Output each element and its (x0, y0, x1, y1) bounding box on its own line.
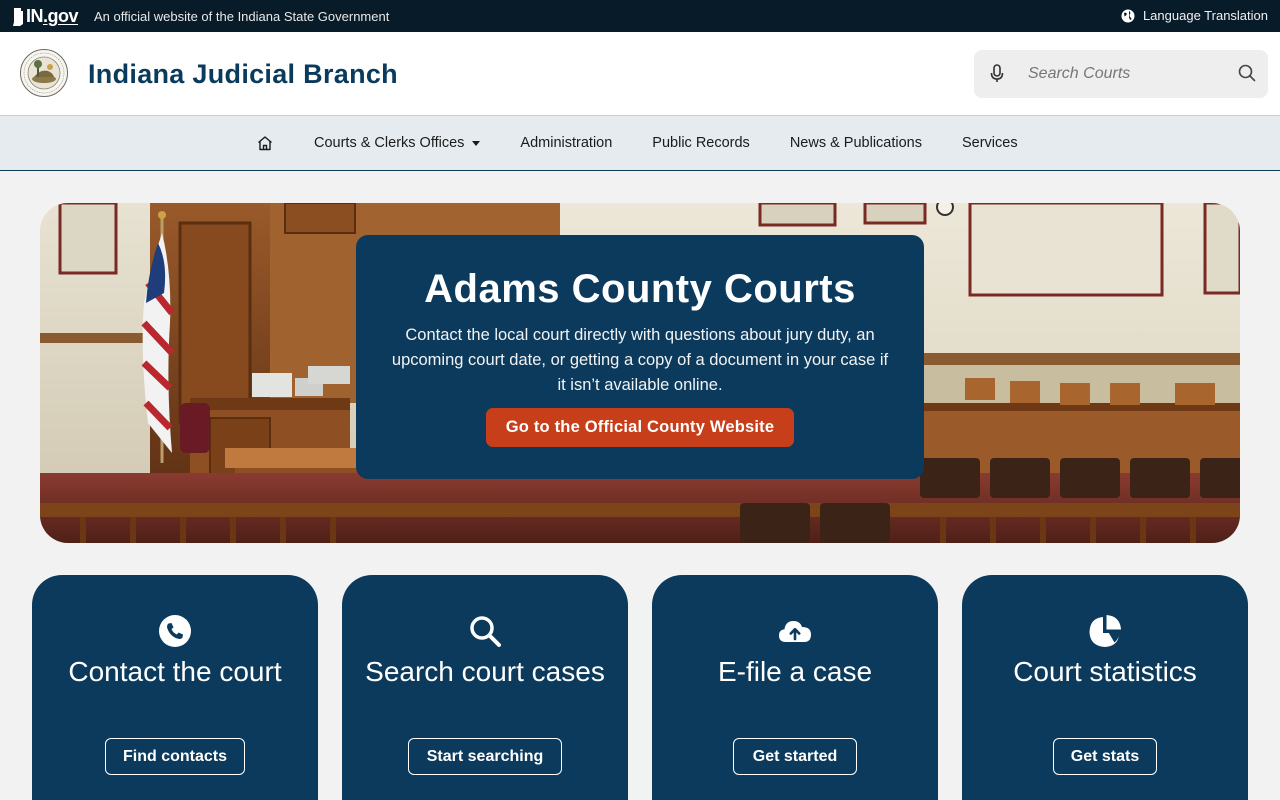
indiana-seal-logo[interactable] (20, 49, 68, 97)
search-cases-card[interactable]: Search court cases Start searching (342, 575, 628, 800)
nav-public-records[interactable]: Public Records (652, 135, 750, 151)
language-translation-label: Language Translation (1142, 8, 1268, 23)
nav-courts-clerks-offices[interactable]: Courts & Clerks Offices (314, 135, 481, 151)
in-gov-logo-in: IN (26, 6, 44, 26)
indiana-state-icon (13, 7, 23, 26)
contact-court-title: Contact the court (68, 656, 282, 687)
phone-icon (159, 615, 191, 647)
cloud-upload-icon (779, 621, 811, 642)
nav-administration[interactable]: Administration (520, 135, 612, 151)
search-bar (974, 50, 1268, 98)
contact-court-card[interactable]: Contact the court Find contacts (32, 575, 318, 800)
start-searching-button[interactable]: Start searching (408, 738, 562, 775)
e-file-card[interactable]: E-file a case Get started (652, 575, 938, 800)
get-stats-button[interactable]: Get stats (1053, 738, 1157, 775)
in-gov-logo-gov: .gov (43, 6, 79, 26)
search-icon[interactable] (1238, 64, 1256, 82)
nav-home[interactable] (256, 135, 274, 151)
search-input[interactable] (1028, 62, 1228, 86)
e-file-title: E-file a case (717, 656, 873, 687)
official-banner: IN .gov An official website of the Indian… (0, 0, 1280, 32)
site-title[interactable]: Indiana Judicial Branch (88, 59, 398, 90)
hero-banner: Adams County Courts Contact the local co… (40, 203, 1240, 543)
official-website-text: An official website of the Indiana State… (94, 9, 390, 24)
home-icon (258, 136, 272, 151)
find-contacts-button[interactable]: Find contacts (105, 738, 245, 775)
site-header: Indiana Judicial Branch (0, 32, 1280, 116)
court-statistics-card[interactable]: Court statistics Get stats (962, 575, 1248, 800)
nav-news-publications[interactable]: News & Publications (790, 135, 922, 151)
microphone-icon[interactable] (990, 64, 1004, 84)
nav-courts-clerks-offices-label: Courts & Clerks Offices (314, 135, 465, 151)
official-county-website-button[interactable]: Go to the Official County Website (486, 408, 794, 447)
search-icon (470, 616, 501, 647)
hero-title: Adams County Courts (424, 267, 856, 311)
language-translation-button[interactable]: Language Translation (1121, 8, 1268, 23)
hero-description: Contact the local court directly with qu… (391, 326, 889, 394)
court-statistics-title: Court statistics (1013, 656, 1197, 687)
county-info-card: Adams County Courts Contact the local co… (356, 235, 924, 479)
globe-icon (1121, 9, 1135, 22)
nav-services[interactable]: Services (962, 135, 1018, 151)
main-navigation: Courts & Clerks Offices Administration P… (0, 116, 1280, 171)
pie-chart-icon (1089, 615, 1121, 647)
search-cases-title: Search court cases (365, 656, 605, 687)
get-started-button[interactable]: Get started (733, 738, 857, 775)
in-gov-logo[interactable]: IN .gov (12, 6, 79, 27)
chevron-down-icon (472, 140, 481, 146)
